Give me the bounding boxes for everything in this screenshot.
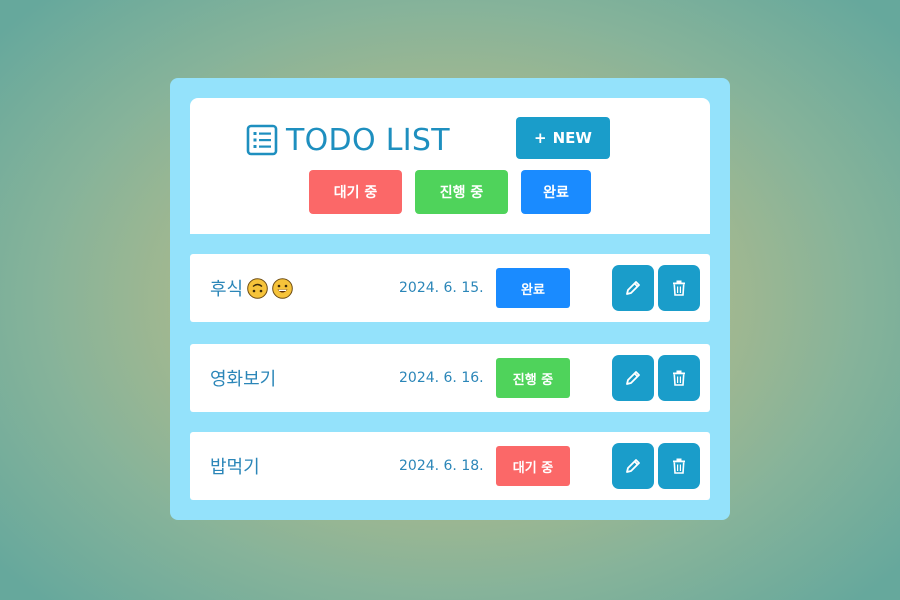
grinning-face-emoji — [272, 277, 293, 299]
todo-title-group: 밥먹기 — [210, 432, 260, 500]
edit-button[interactable] — [612, 443, 654, 489]
todo-date: 2024. 6. 18. — [399, 458, 484, 474]
delete-button[interactable] — [658, 355, 700, 401]
filter-in-progress-button[interactable]: 진행 중 — [415, 170, 508, 214]
edit-button[interactable] — [612, 265, 654, 311]
pencil-icon — [626, 459, 640, 473]
todo-title: 밥먹기 — [210, 457, 260, 478]
filter-done-button[interactable]: 완료 — [521, 170, 591, 214]
todo-item: 후식 2024. 6. 15. 완료 — [190, 254, 710, 322]
trash-icon — [673, 280, 685, 296]
status-badge: 대기 중 — [496, 446, 570, 486]
todo-date: 2024. 6. 16. — [399, 370, 484, 386]
pencil-icon — [626, 281, 640, 295]
trash-icon — [673, 458, 685, 474]
todo-title-group: 후식 — [210, 254, 293, 322]
delete-button[interactable] — [658, 443, 700, 489]
pencil-icon — [626, 371, 640, 385]
todo-header: TODO LIST + NEW 대기 중 진행 중 완료 — [190, 98, 710, 234]
trash-icon — [673, 370, 685, 386]
todo-title-group: 영화보기 — [210, 344, 276, 412]
upside-down-face-emoji — [247, 277, 268, 299]
new-button-label: NEW — [552, 129, 592, 147]
edit-button[interactable] — [612, 355, 654, 401]
page-title: TODO LIST — [286, 122, 450, 158]
status-badge: 진행 중 — [496, 358, 570, 398]
todo-date: 2024. 6. 15. — [399, 280, 484, 296]
filter-waiting-button[interactable]: 대기 중 — [309, 170, 402, 214]
todo-title: 후식 — [210, 279, 244, 300]
todo-item: 밥먹기 2024. 6. 18. 대기 중 — [190, 432, 710, 500]
page-title-group: TODO LIST — [246, 122, 450, 158]
list-icon — [246, 124, 278, 156]
new-todo-button[interactable]: + NEW — [516, 117, 610, 159]
todo-title: 영화보기 — [210, 369, 277, 390]
todo-panel: TODO LIST + NEW 대기 중 진행 중 완료 후식 2024. 6.… — [170, 78, 730, 520]
plus-icon: + — [534, 129, 547, 147]
delete-button[interactable] — [658, 265, 700, 311]
todo-item: 영화보기 2024. 6. 16. 진행 중 — [190, 344, 710, 412]
status-badge: 완료 — [496, 268, 570, 308]
